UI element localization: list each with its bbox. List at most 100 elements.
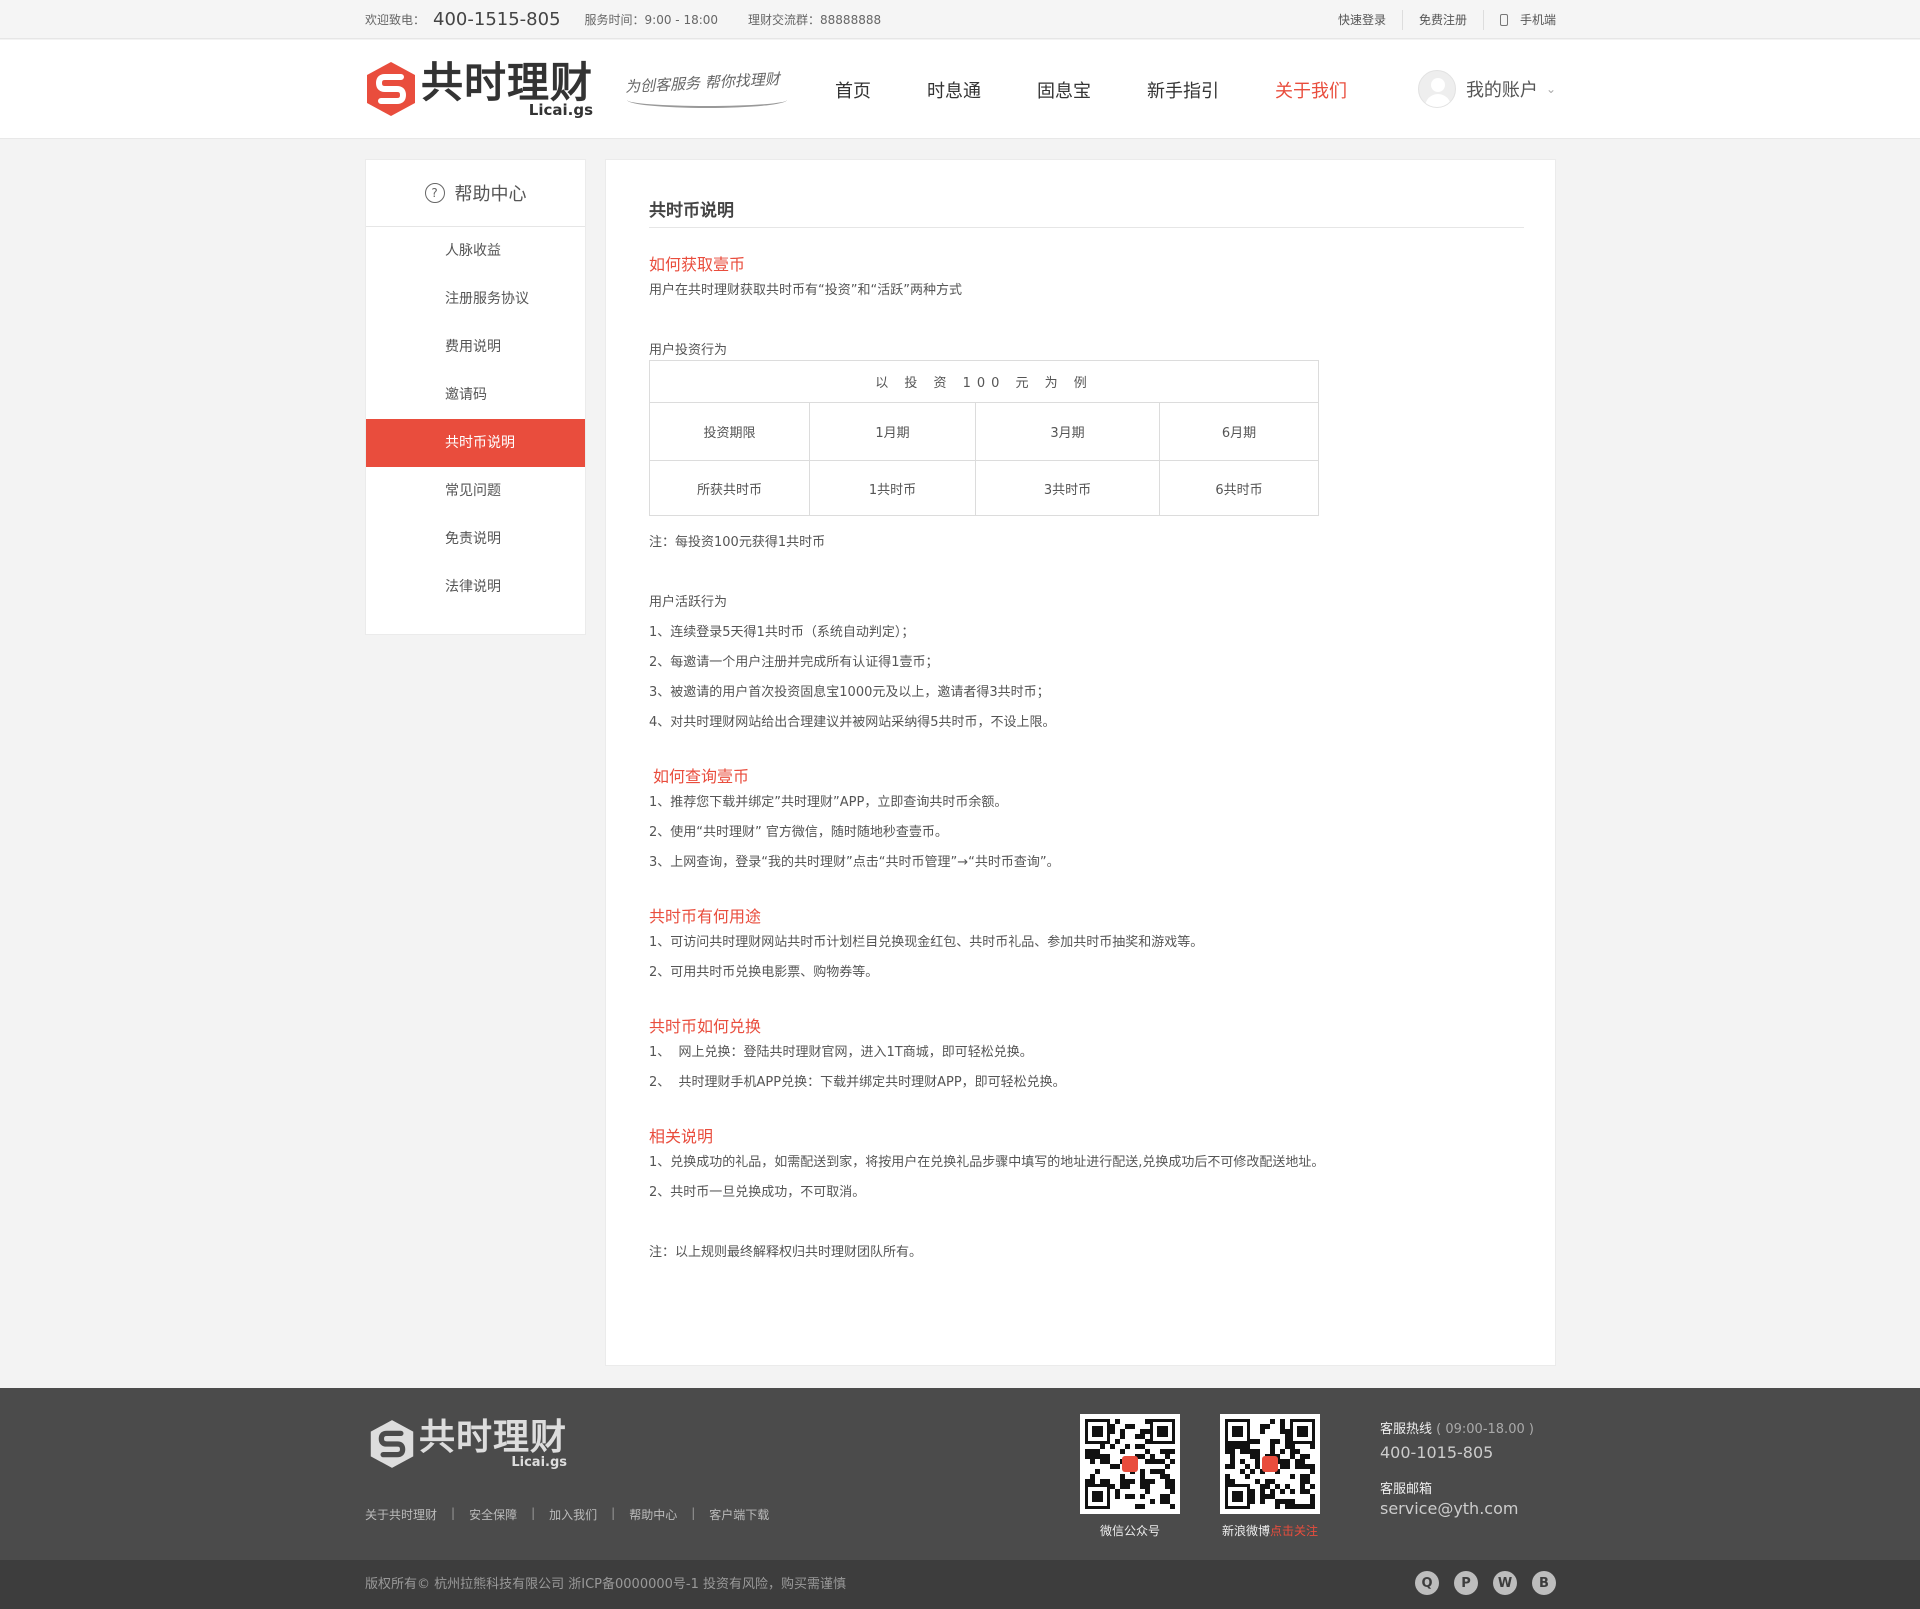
main-nav: 首页 时息通 固息宝 新手指引 关于我们 [835,40,1403,139]
qr-caption: 微信公众号 [1099,1524,1160,1538]
main-content-panel: 共时币说明 如何获取壹币 用户在共时理财获取共时币有“投资”和“活跃”两种方式 … [605,159,1556,1366]
help-sidebar: ? 帮助中心 人脉收益 注册服务协议 费用说明 邀请码 共时币说明 常见问题 免… [365,159,586,635]
section-heading: 共时币有何用途 [649,907,762,926]
nav-beginner-guide[interactable]: 新手指引 [1147,77,1219,103]
footer-logo-text: 共时理财 [419,1417,568,1458]
copyright: 版权所有© 杭州拉熊科技有限公司 浙ICP备0000000号-1 投资有风险，购… [365,1577,847,1592]
sidebar-list: 人脉收益 注册服务协议 费用说明 邀请码 共时币说明 常见问题 免责说明 法律说… [366,227,585,611]
hotline-number: 400-1015-805 [1380,1443,1494,1462]
footer-link-about[interactable]: 关于共时理财 [365,1506,437,1523]
list-item: 2、使用“共时理财” 官方微信，随时随地秒查壹币。 [649,825,948,840]
sidebar-item-disclaimer[interactable]: 免责说明 [366,515,585,563]
sidebar-item-referral-income[interactable]: 人脉收益 [366,227,585,275]
list-item: 1、推荐您下载并绑定”共时理财”APP，立即查询共时币余额。 [649,795,1008,810]
slogan-underline [627,100,787,108]
table-cell: 3共时币 [975,460,1160,516]
account-menu[interactable]: 我的账户 ⌄ [1417,70,1556,108]
account-label: 我的账户 [1465,80,1538,101]
qq-icon[interactable]: Q [1415,1571,1439,1595]
hotline-hours: ( 09:00-18.00 ) [1436,1422,1534,1437]
table-cell: 3月期 [975,402,1160,461]
nav-about-us[interactable]: 关于我们 [1275,77,1347,103]
mobile-label: 手机端 [1519,13,1556,27]
list-item: 2、共时币一旦兑换成功，不可取消。 [649,1185,866,1200]
footer-link-join[interactable]: 加入我们 [549,1506,597,1523]
list-item: 3、被邀请的用户首次投资固息宝1000元及以上，邀请者得3共时币； [649,685,1050,700]
list-item: 4、对共时理财网站给出合理建议并被网站采纳得5共时币，不设上限。 [649,715,1056,730]
logo-mark-icon [367,62,415,116]
sidebar-item-coin-info[interactable]: 共时币说明 [366,419,585,467]
social-links: Q P W B [1400,1571,1556,1595]
free-register-link[interactable]: 免费注册 [1419,11,1467,28]
section-heading: 如何获取壹币 [649,255,746,274]
weibo-icon[interactable]: B [1532,1571,1556,1595]
footer-link-security[interactable]: 安全保障 [469,1506,517,1523]
copyright-bar: 版权所有© 杭州拉熊科技有限公司 浙ICP备0000000号-1 投资有风险，购… [0,1560,1920,1609]
final-note: 注：以上规则最终解释权归共时理财团队所有。 [649,1245,923,1260]
section-heading: 相关说明 [649,1127,714,1146]
footer-links: 关于共时理财 | 安全保障 | 加入我们 | 帮助中心 | 客户端下载 [365,1506,770,1523]
table-cell: 1月期 [809,402,976,461]
table-row: 所获共时币 1共时币 3共时币 6共时币 [649,460,1319,516]
sidebar-title-label: 帮助中心 [454,184,527,205]
article-body: 如何获取壹币 用户在共时理财获取共时币有“投资”和“活跃”两种方式 用户投资行为… [649,254,1524,1268]
logo-text: 共时理财 [421,58,594,107]
divider [649,227,1524,228]
slogan: 为创客服务 帮你找理财 [624,69,781,97]
contact-info: 欢迎致电： 400-1515-805 服务时间：9:00 - 18:00 理财交… [365,0,881,39]
footer-link-help[interactable]: 帮助中心 [629,1506,677,1523]
sidebar-item-invite-code[interactable]: 邀请码 [366,371,585,419]
invest-note: 注：每投资100元获得1共时币 [649,535,826,550]
wechat-qr: 微信公众号 [1080,1414,1180,1539]
list-item: 2、 共时理财手机APP兑换：下载并绑定共时理财APP，即可轻松兑换。 [649,1075,1066,1090]
pinterest-icon[interactable]: P [1454,1571,1478,1595]
logo-mark-icon [370,1420,414,1468]
section-heading: 共时币如何兑换 [649,1017,762,1036]
follow-link[interactable]: 点击关注 [1270,1524,1318,1538]
hotline-number: 400-1515-805 [433,9,561,30]
site-logo[interactable]: 共时理财 Licai.gs [365,60,593,118]
nav-home[interactable]: 首页 [835,77,871,103]
list-item: 2、可用共时币兑换电影票、购物券等。 [649,965,879,980]
question-icon: ? [424,183,445,203]
avatar-icon [1417,70,1456,108]
table-row: 投资期限 1月期 3月期 6月期 [649,402,1319,461]
list-item: 2、每邀请一个用户注册并完成所有认证得1壹币； [649,655,939,670]
sidebar-item-faq[interactable]: 常见问题 [366,467,585,515]
nav-guxibao[interactable]: 固息宝 [1037,77,1091,103]
qr-caption: 新浪微博点击关注 [1220,1522,1320,1539]
qr-code-icon [1220,1414,1320,1514]
hotline-label: 客服热线 [1380,1422,1433,1437]
table-caption: 以 投 资 100 元 为 例 [649,360,1319,403]
divider [1401,9,1403,30]
list-item: 1、连续登录5天得1共时币（系统自动判定）； [649,625,915,640]
quick-login-link[interactable]: 快速登录 [1338,11,1386,28]
welcome-label: 欢迎致电： [365,13,426,27]
table-cell: 所获共时币 [649,460,810,516]
chevron-down-icon: ⌄ [1545,82,1556,96]
service-hours: 服务时间：9:00 - 18:00 [584,13,719,27]
email-label: 客服邮箱 [1380,1482,1433,1497]
sidebar-item-registration-agreement[interactable]: 注册服务协议 [366,275,585,323]
sidebar-item-fees[interactable]: 费用说明 [366,323,585,371]
nav-shixitong[interactable]: 时息通 [927,77,981,103]
top-bar: 欢迎致电： 400-1515-805 服务时间：9:00 - 18:00 理财交… [0,0,1920,39]
mobile-link[interactable]: 手机端 [1499,11,1556,28]
phone-icon [1499,13,1508,26]
section-heading: 如何查询壹币 [653,767,750,786]
table-cell: 6共时币 [1159,460,1319,516]
footer-logo[interactable]: 共时理财 Licai.gs [369,1418,567,1470]
sidebar-item-legal[interactable]: 法律说明 [366,563,585,611]
list-item: 1、兑换成功的礼品，如需配送到家，将按用户在兑换礼品步骤中填写的地址进行配送,兑… [649,1155,1325,1170]
email-address[interactable]: service@yth.com [1380,1499,1534,1518]
footer-logo-domain: Licai.gs [511,1455,568,1470]
footer-link-download[interactable]: 客户端下载 [709,1506,769,1523]
site-header: 共时理财 Licai.gs 为创客服务 帮你找理财 首页 时息通 固息宝 新手指… [0,40,1920,139]
finance-group: 理财交流群：88888888 [748,13,882,27]
wechat-icon[interactable]: W [1493,1571,1517,1595]
qr-code-icon [1080,1414,1180,1514]
list-item: 1、 网上兑换：登陆共时理财官网，进入1T商城，即可轻松兑换。 [649,1045,1033,1060]
active-label: 用户活跃行为 [649,595,728,610]
customer-service: 客服热线 ( 09:00-18.00 ) 400-1015-805 客服邮箱 s… [1380,1418,1534,1518]
table-cell: 投资期限 [649,402,810,461]
